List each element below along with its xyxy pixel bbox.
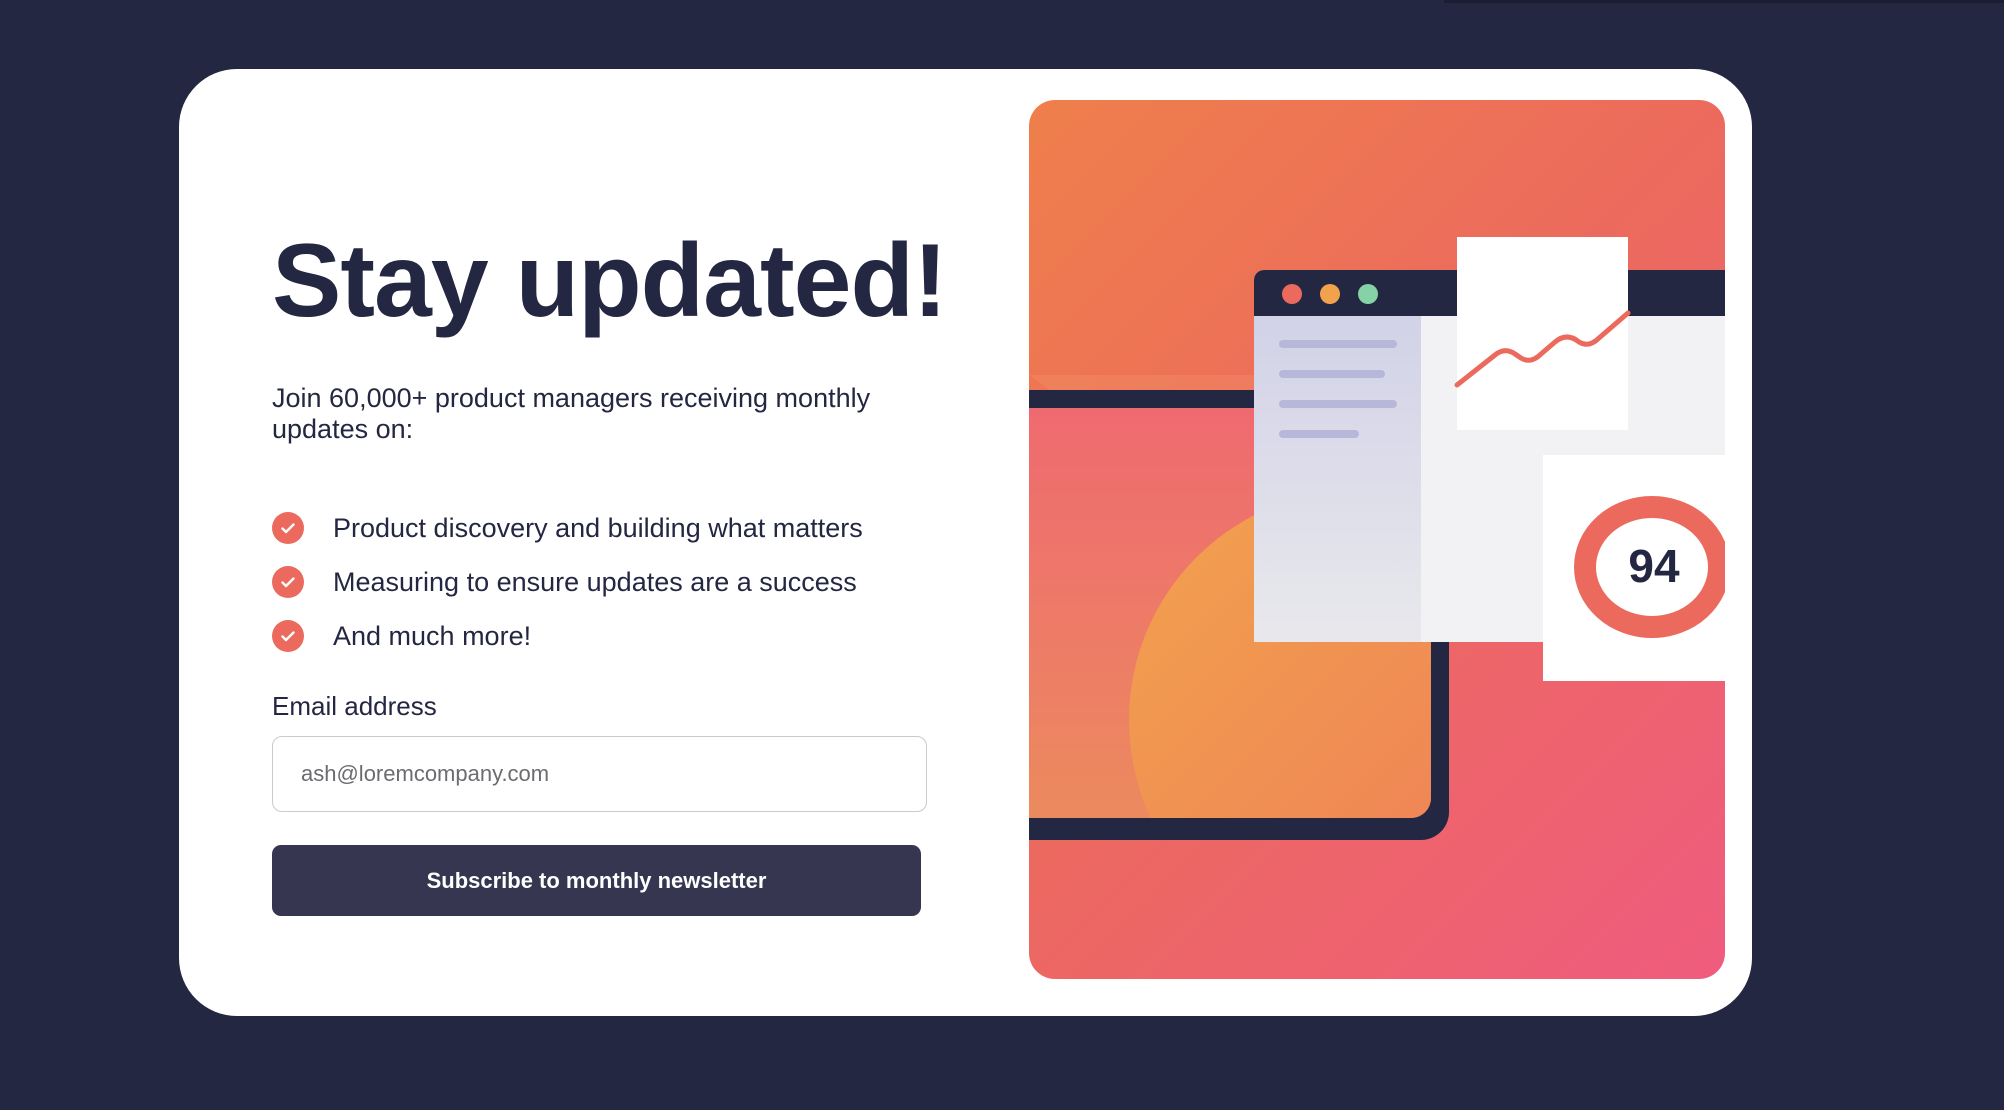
dashboard-illustration: 94: [1029, 237, 1725, 840]
newsletter-card: Stay updated! Join 60,000+ product manag…: [179, 69, 1752, 1016]
intro-text: Join 60,000+ product managers receiving …: [272, 383, 871, 444]
page-title: Stay updated!: [272, 223, 948, 339]
check-icon: [272, 566, 304, 598]
list-item: Measuring to ensure updates are a succes…: [272, 555, 863, 609]
orange-dot: [1320, 284, 1340, 304]
illustration: 94: [1029, 100, 1725, 979]
feature-text: Product discovery and building what matt…: [333, 512, 863, 543]
list-item: Product discovery and building what matt…: [272, 501, 863, 555]
list-item: And much more!: [272, 609, 863, 663]
sidebar-panel: [1254, 316, 1421, 642]
red-dot: [1282, 284, 1302, 304]
feature-text: And much more!: [333, 620, 532, 651]
green-dot: [1358, 284, 1378, 304]
feature-list: Product discovery and building what matt…: [272, 501, 863, 663]
feature-text: Measuring to ensure updates are a succes…: [333, 566, 857, 597]
check-icon: [272, 620, 304, 652]
subscribe-button[interactable]: Subscribe to monthly newsletter: [272, 845, 921, 916]
score-value: 94: [1628, 540, 1680, 592]
top-edge-bar: [1444, 0, 2004, 3]
check-icon: [272, 512, 304, 544]
email-label: Email address: [272, 691, 437, 721]
line-chart-card: [1454, 237, 1631, 430]
email-field[interactable]: [272, 736, 927, 812]
score-card: 94: [1543, 455, 1725, 681]
signup-form-section: Stay updated! Join 60,000+ product manag…: [272, 69, 972, 1016]
